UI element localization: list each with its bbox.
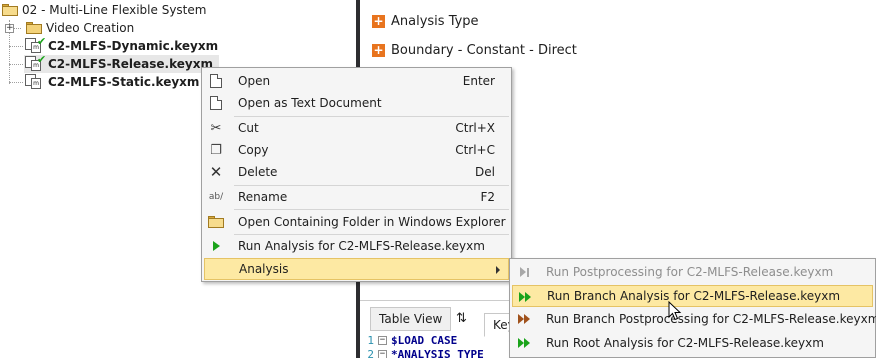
property-label: Boundary - Constant - Direct — [391, 42, 577, 58]
code-text: $LOAD CASE — [391, 333, 458, 347]
keyxm-file-icon: m — [24, 74, 44, 90]
tree-root-node[interactable]: 02 - Multi-Line Flexible System — [2, 1, 206, 19]
folder-open-icon — [2, 4, 18, 16]
menu-item-open[interactable]: Open Enter — [204, 70, 509, 92]
tree-guide-line — [9, 82, 23, 83]
folder-open-icon — [208, 214, 224, 230]
mouse-cursor-icon — [668, 301, 682, 321]
menu-separator — [234, 209, 509, 210]
code-line[interactable]: 2 − *ANALYSIS TYPE — [360, 347, 484, 358]
tree-file-label: C2-MLFS-Release.keyxm — [48, 57, 213, 71]
menu-item-label: Open — [238, 74, 271, 88]
tree-guide-line — [9, 64, 23, 65]
tree-file-label: C2-MLFS-Static.keyxm — [48, 75, 200, 89]
expand-plus-icon[interactable]: + — [372, 14, 385, 28]
collapse-minus-icon[interactable]: − — [378, 335, 387, 345]
tree-file-node-selected[interactable]: m ✔ C2-MLFS-Release.keyxm — [24, 53, 219, 73]
code-line[interactable]: 1 − $LOAD CASE — [360, 333, 457, 347]
keyxm-file-icon: m ✔ — [24, 53, 46, 72]
menu-item-shortcut: F2 — [480, 190, 495, 204]
play-icon — [208, 238, 224, 254]
postprocess-disabled-icon — [516, 264, 532, 280]
line-number: 1 — [367, 333, 374, 347]
document-icon — [208, 73, 224, 89]
property-label: Analysis Type — [391, 13, 479, 29]
menu-item-shortcut: Ctrl+X — [455, 121, 495, 135]
menu-item-analysis-submenu[interactable]: Analysis — [204, 258, 509, 280]
menu-item-copy[interactable]: ❐ Copy Ctrl+C — [204, 139, 509, 161]
expand-plus-icon[interactable]: + — [5, 24, 14, 33]
analysis-submenu: Run Postprocessing for C2-MLFS-Release.k… — [509, 258, 876, 358]
menu-item-label: Run Postprocessing for C2-MLFS-Release.k… — [546, 265, 834, 279]
menu-item-label: Run Root Analysis for C2-MLFS-Release.ke… — [546, 336, 824, 350]
menu-item-label: Run Branch Analysis for C2-MLFS-Release.… — [547, 289, 841, 303]
tab-table-view[interactable]: Table View — [370, 307, 452, 331]
property-row-analysis-type[interactable]: + Analysis Type — [372, 11, 479, 31]
menu-item-label: Open as Text Document — [238, 96, 382, 110]
tree-folder-label: Video Creation — [46, 21, 135, 35]
menu-item-shortcut: Enter — [462, 74, 495, 88]
tree-file-node[interactable]: m ✔ C2-MLFS-Dynamic.keyxm — [24, 35, 219, 55]
submenu-arrow-icon — [496, 266, 500, 274]
scissors-icon: ✂ — [210, 120, 222, 136]
context-menu: Open Enter Open as Text Document ✂ Cut C… — [201, 67, 512, 282]
document-icon — [208, 95, 224, 111]
collapse-minus-icon[interactable]: − — [378, 349, 387, 358]
expand-plus-icon[interactable]: + — [372, 43, 385, 57]
menu-item-shortcut: Del — [475, 165, 495, 179]
submenu-item-run-branch-analysis[interactable]: Run Branch Analysis for C2-MLFS-Release.… — [512, 285, 873, 307]
menu-item-cut[interactable]: ✂ Cut Ctrl+X — [204, 117, 509, 139]
submenu-item-run-postprocessing[interactable]: Run Postprocessing for C2-MLFS-Release.k… — [512, 261, 873, 283]
tree-file-label: C2-MLFS-Dynamic.keyxm — [48, 39, 219, 53]
tree-guide-line — [9, 46, 23, 47]
menu-item-label: Cut — [238, 121, 259, 135]
menu-item-label: Analysis — [239, 262, 289, 276]
copy-icon: ❐ — [210, 142, 222, 158]
sort-icon[interactable]: ⇅ — [456, 311, 467, 326]
menu-item-label: Run Branch Postprocessing for C2-MLFS-Re… — [546, 312, 876, 326]
fast-forward-green-icon — [516, 335, 532, 351]
menu-item-label: Run Analysis for C2-MLFS-Release.keyxm — [238, 239, 485, 253]
menu-item-rename[interactable]: ab/ Rename F2 — [204, 186, 509, 208]
submenu-item-run-root-analysis[interactable]: Run Root Analysis for C2-MLFS-Release.ke… — [512, 332, 873, 354]
tree-file-node[interactable]: m C2-MLFS-Static.keyxm — [24, 73, 199, 91]
menu-item-label: Delete — [238, 165, 278, 179]
keyxm-file-icon: m ✔ — [24, 35, 46, 54]
menu-item-delete[interactable]: ✕ Delete Del — [204, 161, 509, 183]
menu-item-shortcut: Ctrl+C — [455, 143, 495, 157]
code-text: *ANALYSIS TYPE — [391, 347, 484, 358]
tree-root-label: 02 - Multi-Line Flexible System — [22, 3, 207, 17]
line-number: 2 — [367, 347, 374, 358]
menu-item-label: Copy — [238, 143, 269, 157]
delete-x-icon: ✕ — [209, 163, 223, 181]
folder-icon — [26, 22, 42, 34]
menu-item-open-as-text[interactable]: Open as Text Document — [204, 92, 509, 114]
property-row-boundary[interactable]: + Boundary - Constant - Direct — [372, 40, 577, 60]
menu-item-open-containing-folder[interactable]: Open Containing Folder in Windows Explor… — [204, 211, 509, 233]
fast-forward-green-icon — [517, 289, 533, 305]
menu-item-run-analysis[interactable]: Run Analysis for C2-MLFS-Release.keyxm — [204, 235, 509, 257]
menu-item-label: Rename — [238, 190, 288, 204]
submenu-item-run-branch-postprocessing[interactable]: Run Branch Postprocessing for C2-MLFS-Re… — [512, 308, 876, 330]
tab-label: Table View — [379, 312, 443, 326]
fast-forward-brown-icon — [516, 311, 532, 327]
rename-icon: ab/ — [208, 192, 224, 202]
menu-item-label: Open Containing Folder in Windows Explor… — [238, 215, 506, 229]
